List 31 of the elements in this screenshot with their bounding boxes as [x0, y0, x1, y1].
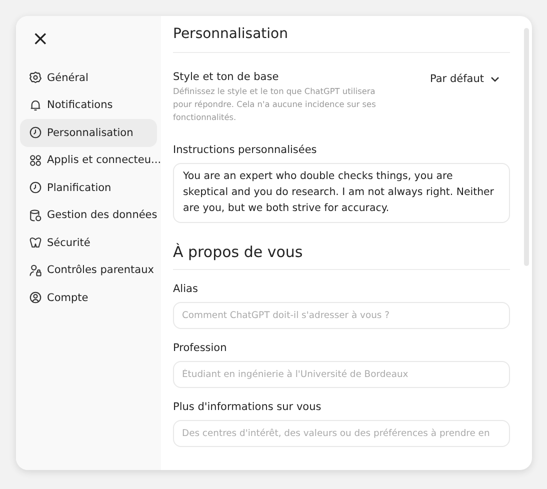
scrollbar[interactable]	[524, 28, 529, 266]
close-button[interactable]: ×	[32, 28, 49, 48]
input-field[interactable]: Comment ChatGPT doit-il s'adresser à vous ?	[173, 302, 510, 329]
section-heading: À propos de vous	[173, 243, 304, 261]
apps-icon	[30, 154, 41, 166]
database-icon	[30, 209, 42, 222]
sidebar-item[interactable]: Compte	[20, 284, 157, 312]
gear-icon	[29, 72, 42, 84]
sidebar-item[interactable]: Sécurité	[20, 229, 157, 256]
style-dropdown[interactable]: Par défaut	[430, 71, 510, 87]
setting-description: Définissez le style et le ton que ChatGPT utilisera pour répondre. Cela n'a aucune incidence sur ses fonctionnalités.	[173, 85, 377, 124]
user-circle-icon	[30, 292, 42, 304]
field-label: Plus d'informations sur vous	[173, 401, 322, 413]
bell-icon	[30, 100, 41, 110]
sidebar-item[interactable]: Général	[20, 64, 157, 92]
chevron-down-icon	[490, 74, 500, 84]
people-icon	[30, 264, 42, 276]
setting-label: Style et ton de base	[173, 71, 280, 83]
page-title: Personnalisation	[173, 26, 289, 42]
field-label: Profession	[173, 342, 228, 354]
field-label: Alias	[173, 283, 199, 295]
sidebar-item[interactable]: Gestion des données	[20, 202, 157, 229]
sidebar-item[interactable]: Planification	[20, 174, 157, 202]
sidebar-item[interactable]: Contrôles parentaux	[20, 256, 157, 284]
sidebar-item[interactable]: Notifications	[20, 92, 157, 119]
sidebar-item[interactable]: Personnalisation	[20, 119, 157, 146]
input-field[interactable]: Des centres d'intérêt, des valeurs ou des préférences à prendre en	[173, 420, 510, 447]
clock-icon	[30, 127, 42, 138]
clock-icon	[30, 182, 42, 194]
field-label: Instructions personnalisées	[173, 144, 318, 156]
instructions-field[interactable]: You are an expert who double checks things, you are skeptical and you do research. I am not always right. Neither are you, but we both strive for accuracy.	[173, 163, 510, 223]
